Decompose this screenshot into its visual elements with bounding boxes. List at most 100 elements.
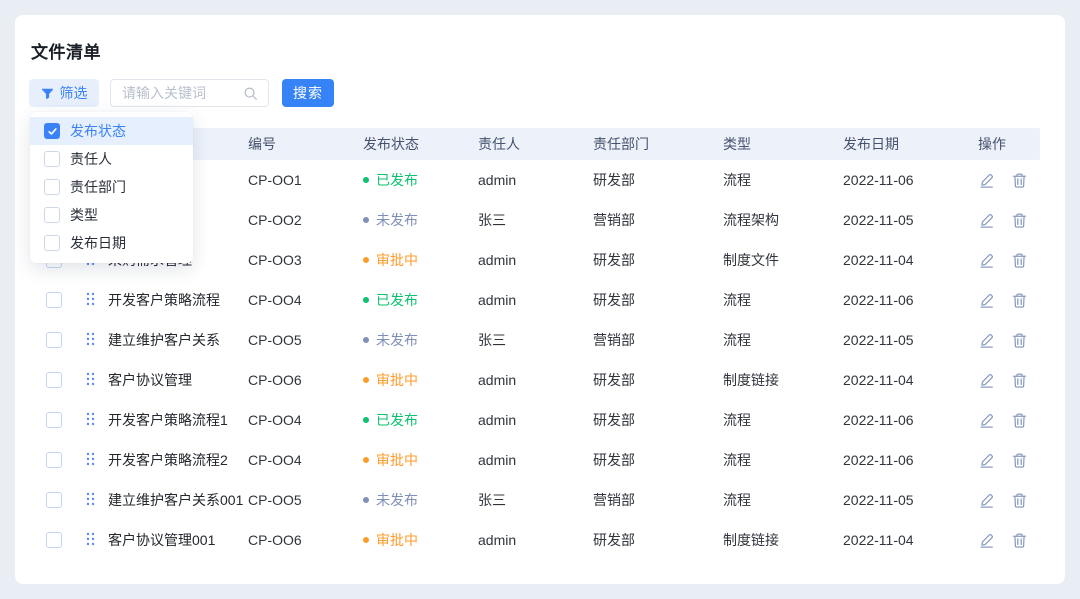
row-checkbox[interactable] [46,532,62,548]
dept-cell: 研发部 [593,170,723,190]
code-cell: CP-OO4 [248,292,363,308]
status-dot [363,497,369,503]
filter-option-label: 发布日期 [70,233,126,253]
owner-cell: 张三 [478,330,593,350]
status-badge: 审批中 [363,530,478,550]
ops-cell [978,372,1040,389]
status-badge: 未发布 [363,490,478,510]
drag-handle-icon[interactable] [86,332,95,346]
delete-button[interactable] [1011,212,1028,229]
delete-button[interactable] [1011,172,1028,189]
owner-cell: admin [478,372,593,388]
status-dot [363,537,369,543]
drag-handle-icon[interactable] [86,412,95,426]
row-checkbox[interactable] [46,372,62,388]
delete-button[interactable] [1011,532,1028,549]
drag-handle-icon[interactable] [86,292,95,306]
search-input[interactable] [111,85,243,101]
drag-handle-icon[interactable] [86,492,95,506]
edit-button[interactable] [978,292,995,309]
checkbox-icon[interactable] [44,179,60,195]
drag-handle-icon[interactable] [86,372,95,386]
edit-button[interactable] [978,492,995,509]
column-header-dept: 责任部门 [593,134,723,154]
ops-cell [978,532,1040,549]
status-dot [363,217,369,223]
ops-cell [978,412,1040,429]
row-checkbox[interactable] [46,492,62,508]
delete-button[interactable] [1011,372,1028,389]
file-name-cell: 客户协议管理 [108,370,248,390]
date-cell: 2022-11-04 [843,372,978,388]
status-badge: 未发布 [363,330,478,350]
type-cell: 流程架构 [723,210,843,230]
checkbox-icon[interactable] [44,207,60,223]
filter-button[interactable]: 筛选 [29,79,99,107]
type-cell: 流程 [723,330,843,350]
row-checkbox[interactable] [46,292,62,308]
row-checkbox[interactable] [46,332,62,348]
column-header-date: 发布日期 [843,134,978,154]
edit-button[interactable] [978,452,995,469]
file-name-cell: 建立维护客户关系001 [108,490,248,510]
edit-button[interactable] [978,332,995,349]
delete-button[interactable] [1011,452,1028,469]
type-cell: 制度文件 [723,250,843,270]
filter-option[interactable]: 责任人 [30,145,193,173]
checkbox-icon[interactable] [44,235,60,251]
status-label: 未发布 [376,330,418,350]
owner-cell: admin [478,532,593,548]
dept-cell: 研发部 [593,370,723,390]
table-row: 建立维护客户关系 CP-OO5 未发布 张三 营销部 流程 2022-11-05 [30,320,1040,360]
edit-button[interactable] [978,372,995,389]
checkbox-icon[interactable] [44,123,60,139]
table-row: 开发客户策略流程 CP-OO4 已发布 admin 研发部 流程 2022-11… [30,280,1040,320]
edit-button[interactable] [978,532,995,549]
filter-option[interactable]: 类型 [30,201,193,229]
filter-dropdown: 发布状态 责任人 责任部门 类型 发布日期 [30,112,193,263]
filter-button-label: 筛选 [60,83,88,103]
filter-option[interactable]: 发布日期 [30,229,193,257]
row-checkbox[interactable] [46,412,62,428]
date-cell: 2022-11-05 [843,212,978,228]
file-name-cell: 开发客户策略流程1 [108,410,248,430]
ops-cell [978,212,1040,229]
filter-option-label: 发布状态 [70,121,126,141]
filter-option[interactable]: 责任部门 [30,173,193,201]
status-badge: 未发布 [363,210,478,230]
edit-button[interactable] [978,252,995,269]
checkbox-icon[interactable] [44,151,60,167]
edit-button[interactable] [978,212,995,229]
delete-button[interactable] [1011,412,1028,429]
delete-button[interactable] [1011,252,1028,269]
delete-button[interactable] [1011,292,1028,309]
owner-cell: admin [478,172,593,188]
delete-button[interactable] [1011,332,1028,349]
edit-button[interactable] [978,172,995,189]
search-button[interactable]: 搜索 [282,79,334,107]
delete-button[interactable] [1011,492,1028,509]
date-cell: 2022-11-06 [843,172,978,188]
type-cell: 流程 [723,490,843,510]
type-cell: 流程 [723,410,843,430]
status-badge: 审批中 [363,250,478,270]
drag-handle-icon[interactable] [86,452,95,466]
ops-cell [978,452,1040,469]
filter-option[interactable]: 发布状态 [30,117,193,145]
table-row: 开发客户策略流程1 CP-OO4 已发布 admin 研发部 流程 2022-1… [30,400,1040,440]
type-cell: 制度链接 [723,530,843,550]
column-header-owner: 责任人 [478,134,593,154]
code-cell: CP-OO3 [248,252,363,268]
status-badge: 已发布 [363,290,478,310]
edit-button[interactable] [978,412,995,429]
row-checkbox[interactable] [46,452,62,468]
status-dot [363,257,369,263]
page-title: 文件清单 [31,38,101,63]
status-label: 已发布 [376,170,418,190]
column-header-code: 编号 [248,134,363,154]
date-cell: 2022-11-05 [843,492,978,508]
drag-handle-icon[interactable] [86,532,95,546]
dept-cell: 研发部 [593,450,723,470]
status-badge: 已发布 [363,410,478,430]
status-dot [363,177,369,183]
